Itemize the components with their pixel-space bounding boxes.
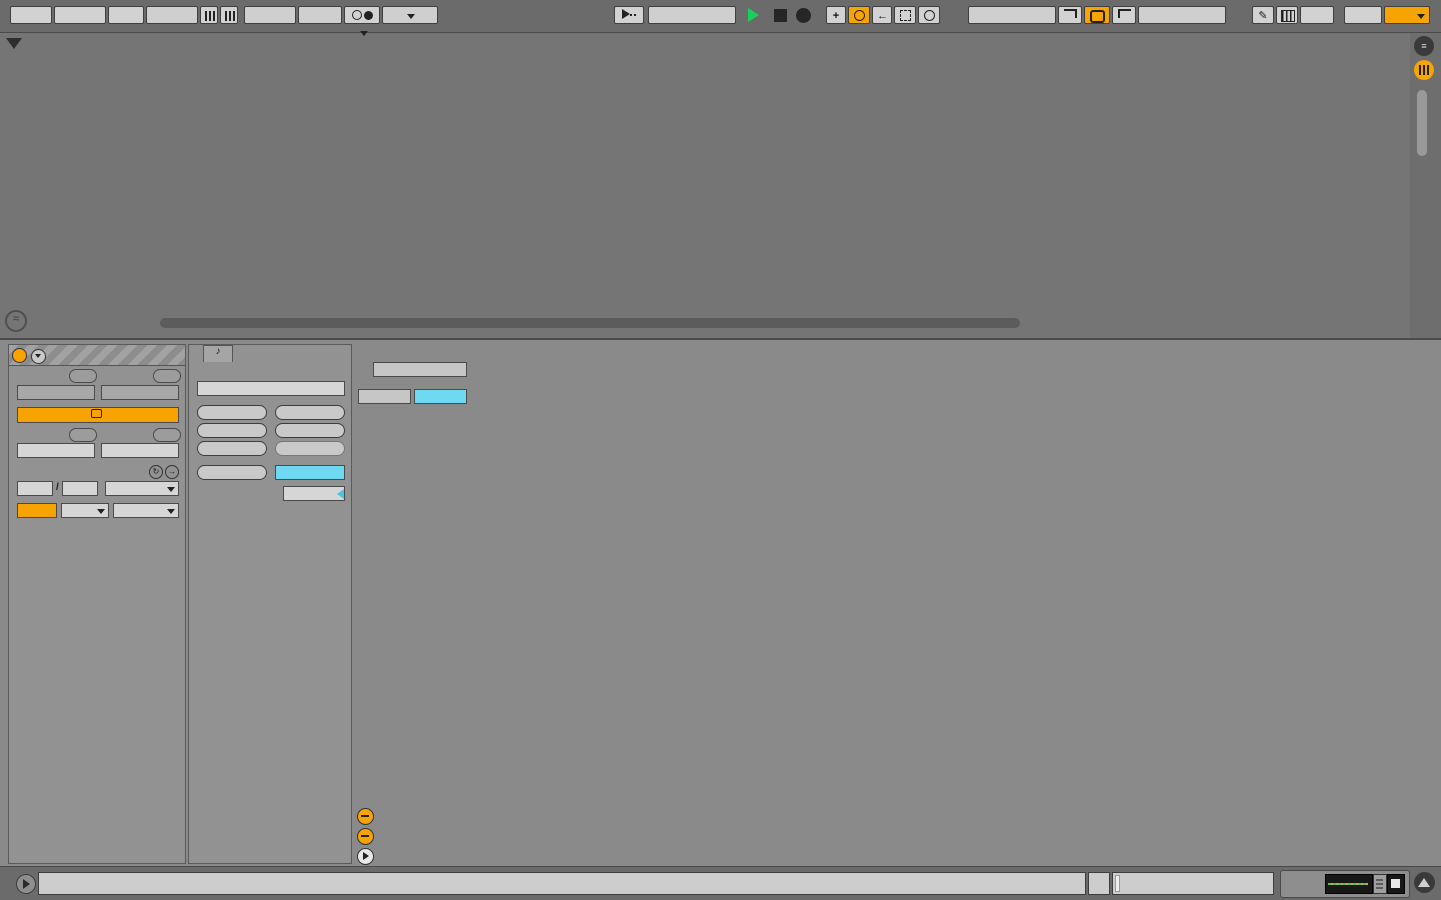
new-button[interactable]: + xyxy=(826,6,846,24)
velocity-range-field[interactable] xyxy=(283,486,345,501)
loop-toggle[interactable] xyxy=(17,407,179,423)
tempo-field[interactable] xyxy=(146,6,198,24)
selected-device-chip[interactable] xyxy=(1280,870,1410,898)
status-play-icon[interactable] xyxy=(16,874,36,894)
editor-scrollbar[interactable] xyxy=(1112,872,1274,895)
loop-button[interactable] xyxy=(1084,6,1110,24)
nudge-down-icon[interactable] xyxy=(200,6,218,24)
link-button[interactable] xyxy=(10,6,52,24)
notes-tool-panel: ♪ xyxy=(188,344,352,864)
quantize-menu[interactable] xyxy=(382,6,438,24)
ableton-live-window: + ← ✎ ≈ ≡ ↻ → / ♪ xyxy=(0,0,1441,900)
zoom-scroll-field[interactable] xyxy=(1088,872,1110,895)
follow-playback-button[interactable] xyxy=(614,6,644,24)
computer-midi-keyboard-button[interactable] xyxy=(1276,6,1298,24)
re-enable-automation-button[interactable]: ← xyxy=(872,6,892,24)
signature-denominator-field[interactable] xyxy=(62,481,98,496)
duplicate-button[interactable] xyxy=(275,441,345,456)
tap-tempo-button[interactable] xyxy=(108,6,144,24)
randomize-amount-field[interactable] xyxy=(275,465,345,480)
end-field[interactable] xyxy=(101,385,179,400)
time-signature-field[interactable] xyxy=(244,6,296,24)
follow-button[interactable] xyxy=(54,6,106,24)
start-set-button[interactable] xyxy=(69,369,97,383)
notes-tab[interactable]: ♪ xyxy=(203,345,233,362)
clip-active-toggle[interactable] xyxy=(12,348,27,363)
play-button[interactable] xyxy=(748,8,759,22)
session-horizontal-scrollbar[interactable] xyxy=(160,318,1020,328)
session-record-button[interactable] xyxy=(918,6,940,24)
signature-numerator-field[interactable] xyxy=(17,481,53,496)
length-field[interactable] xyxy=(101,443,179,458)
loop-length-field[interactable] xyxy=(1138,6,1226,24)
fold-button[interactable] xyxy=(358,389,411,404)
punch-in-button[interactable] xyxy=(1058,6,1082,24)
punch-out-button[interactable] xyxy=(1112,6,1136,24)
double-time-button[interactable] xyxy=(275,405,345,420)
device-screen-icon xyxy=(1387,874,1405,894)
stop-button[interactable] xyxy=(774,9,787,22)
nudge-up-icon[interactable] xyxy=(220,6,238,24)
groove-hotswap-icon[interactable]: ↻ xyxy=(149,465,163,479)
start-field[interactable] xyxy=(17,385,95,400)
note-range-field[interactable] xyxy=(197,381,345,396)
device-mini-icon xyxy=(1373,874,1387,894)
hamburger-menu-icon[interactable]: ≡ xyxy=(1414,36,1434,56)
invert-button[interactable] xyxy=(275,423,345,438)
randomize-button[interactable] xyxy=(197,465,267,480)
clip-editor: ↻ → / ♪ xyxy=(0,338,1441,868)
scale-highlight-button[interactable] xyxy=(414,389,467,404)
loop-start-field[interactable] xyxy=(968,6,1056,24)
metronome-button[interactable] xyxy=(344,6,380,36)
arrangement-position-field[interactable] xyxy=(648,6,736,24)
draw-mode-button[interactable]: ✎ xyxy=(1252,6,1274,24)
record-button[interactable] xyxy=(796,8,811,23)
cpu-meter[interactable] xyxy=(1384,6,1430,24)
status-message xyxy=(38,872,1086,895)
legato-button[interactable] xyxy=(197,441,267,456)
groove-select[interactable] xyxy=(105,481,179,496)
length-set-button[interactable] xyxy=(153,428,181,442)
add-lane-button[interactable] xyxy=(357,848,374,865)
session-vertical-scrollbar[interactable] xyxy=(1417,90,1427,156)
probability-lane-toggle[interactable] xyxy=(357,828,374,845)
groove-pool-icon[interactable]: ≈ xyxy=(5,310,27,332)
groove-commit-icon[interactable]: → xyxy=(165,465,179,479)
position-set-button[interactable] xyxy=(69,428,97,442)
end-set-button[interactable] xyxy=(153,369,181,383)
scale-root-select[interactable] xyxy=(61,503,109,518)
groove-amount-field[interactable] xyxy=(298,6,342,24)
scale-toggle[interactable] xyxy=(17,503,57,518)
reverse-button[interactable] xyxy=(197,423,267,438)
capture-midi-button[interactable] xyxy=(894,6,916,24)
midi-map-button[interactable] xyxy=(1344,6,1382,24)
scale-name-select[interactable] xyxy=(113,503,179,518)
clip-panel-header xyxy=(9,345,185,366)
position-field[interactable] xyxy=(17,443,95,458)
show-hide-panel-button[interactable] xyxy=(1414,872,1435,893)
status-bar xyxy=(0,866,1441,900)
focus-button[interactable] xyxy=(373,362,467,377)
velocity-lane-toggle[interactable] xyxy=(357,808,374,825)
halve-time-button[interactable] xyxy=(197,405,267,420)
key-map-button[interactable] xyxy=(1300,6,1334,24)
clip-panel: ↻ → / xyxy=(8,344,186,864)
toolbar: + ← ✎ xyxy=(0,0,1441,36)
device-display-icon xyxy=(1325,874,1373,894)
mixer-toggle-icon[interactable] xyxy=(1414,60,1434,80)
collapse-arrow-icon[interactable] xyxy=(6,38,22,49)
automation-arm-button[interactable] xyxy=(848,6,870,24)
clip-collapse-chevron-icon[interactable] xyxy=(31,349,46,364)
